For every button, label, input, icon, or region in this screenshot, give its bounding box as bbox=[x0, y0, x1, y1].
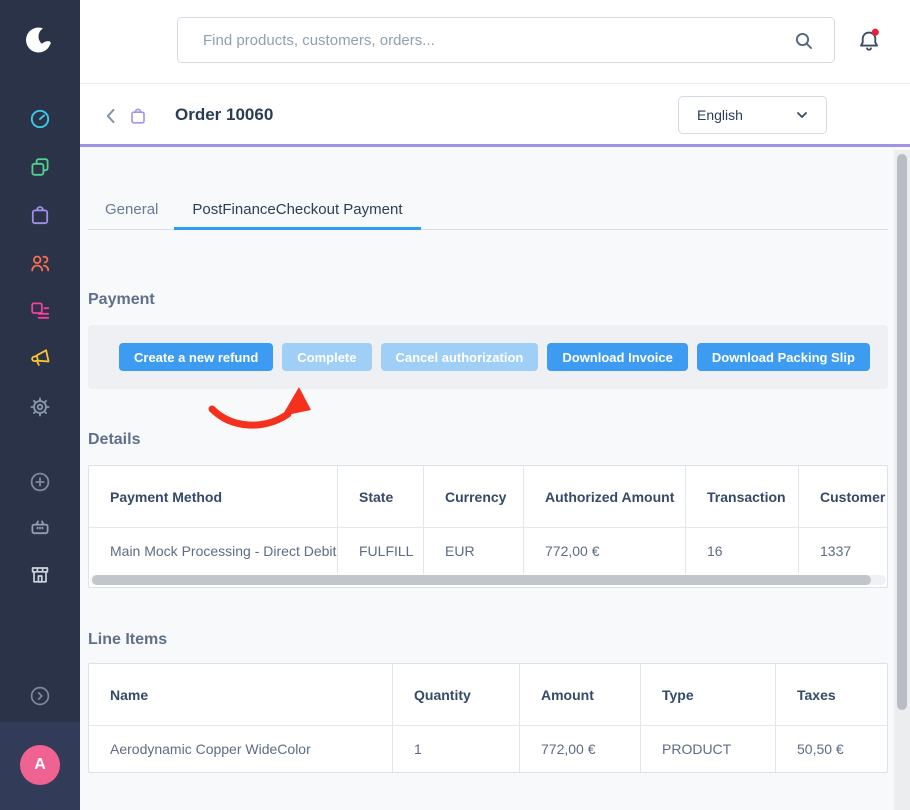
col-authorized-amount: Authorized Amount bbox=[524, 466, 686, 527]
search-input[interactable] bbox=[178, 18, 834, 62]
topbar bbox=[80, 0, 910, 84]
expand-sidebar-icon[interactable] bbox=[28, 684, 52, 708]
payment-details-table: Payment Method State Currency Authorized… bbox=[88, 465, 888, 588]
col-quantity: Quantity bbox=[393, 664, 520, 725]
search-icon bbox=[792, 29, 816, 53]
download-packing-slip-button[interactable]: Download Packing Slip bbox=[697, 343, 870, 371]
line-item-row: Aerodynamic Copper WideColor 1 772,00 € … bbox=[89, 725, 887, 772]
content-icon[interactable] bbox=[28, 299, 52, 323]
cell-taxes: 50,50 € bbox=[776, 725, 887, 772]
download-invoice-button[interactable]: Download Invoice bbox=[547, 343, 688, 371]
shopware-admin-screen: A bbox=[0, 0, 910, 810]
chevron-down-icon bbox=[794, 107, 810, 123]
cell-currency: EUR bbox=[424, 527, 524, 574]
col-name: Name bbox=[89, 664, 393, 725]
red-arrow-annotation bbox=[200, 382, 320, 442]
details-header-row: Payment Method State Currency Authorized… bbox=[89, 466, 887, 527]
col-transaction: Transaction bbox=[686, 466, 799, 527]
products-icon[interactable] bbox=[28, 155, 52, 179]
dashboard-icon[interactable] bbox=[28, 107, 52, 131]
col-payment-method: Payment Method bbox=[89, 466, 338, 527]
cell-transaction: 16 bbox=[686, 527, 799, 574]
page-vertical-scrollbar[interactable] bbox=[894, 150, 910, 810]
col-state: State bbox=[338, 466, 424, 527]
smart-bar: Order 10060 English bbox=[80, 84, 910, 147]
language-selector[interactable]: English bbox=[678, 96, 827, 134]
scrollbar-thumb[interactable] bbox=[92, 575, 871, 585]
storefront-icon[interactable] bbox=[28, 563, 52, 587]
cell-name: Aerodynamic Copper WideColor bbox=[89, 725, 393, 772]
user-avatar[interactable]: A bbox=[20, 745, 60, 785]
complete-button[interactable]: Complete bbox=[282, 343, 371, 371]
shopware-logo-icon[interactable] bbox=[23, 23, 57, 57]
details-section-heading: Details bbox=[88, 431, 140, 449]
col-customer: Customer bbox=[799, 466, 887, 527]
sidebar-user-section: A bbox=[0, 722, 80, 810]
cell-amount: 772,00 € bbox=[520, 725, 641, 772]
cell-state: FULFILL bbox=[338, 527, 424, 574]
col-type: Type bbox=[641, 664, 776, 725]
tab-general[interactable]: General bbox=[105, 192, 158, 230]
order-detail-content: General PostFinanceCheckout Payment Paym… bbox=[80, 150, 894, 810]
cell-type: PRODUCT bbox=[641, 725, 776, 772]
cell-customer: 1337 bbox=[799, 527, 887, 574]
language-value: English bbox=[697, 107, 794, 123]
create-refund-button[interactable]: Create a new refund bbox=[119, 343, 273, 371]
global-search[interactable] bbox=[177, 17, 835, 63]
tab-postfinancecheckout-payment[interactable]: PostFinanceCheckout Payment bbox=[174, 192, 420, 230]
line-items-table: Name Quantity Amount Type Taxes Aerodyna… bbox=[88, 663, 888, 773]
payment-section-heading: Payment bbox=[88, 291, 155, 309]
cell-authorized-amount: 772,00 € bbox=[524, 527, 686, 574]
col-currency: Currency bbox=[424, 466, 524, 527]
col-amount: Amount bbox=[520, 664, 641, 725]
avatar-letter: A bbox=[34, 756, 46, 774]
cell-quantity: 1 bbox=[393, 725, 520, 772]
payment-actions-panel: Create a new refund Complete Cancel auth… bbox=[88, 325, 888, 389]
line-items-header-row: Name Quantity Amount Type Taxes bbox=[89, 664, 887, 725]
sidebar: A bbox=[0, 0, 80, 810]
basket-icon[interactable] bbox=[28, 515, 52, 539]
add-module-icon[interactable] bbox=[28, 470, 52, 494]
col-taxes: Taxes bbox=[776, 664, 887, 725]
notification-dot bbox=[872, 29, 879, 36]
details-data-row: Main Mock Processing - Direct Debit FULF… bbox=[89, 527, 887, 574]
orders-icon[interactable] bbox=[28, 203, 52, 227]
page-title: Order 10060 bbox=[175, 105, 273, 125]
back-button[interactable] bbox=[102, 107, 120, 125]
settings-icon[interactable] bbox=[28, 395, 52, 419]
vscrollbar-thumb[interactable] bbox=[897, 154, 907, 710]
order-bag-icon bbox=[128, 106, 148, 126]
tab-bar: General PostFinanceCheckout Payment bbox=[88, 192, 888, 230]
customers-icon[interactable] bbox=[28, 251, 52, 275]
details-horizontal-scrollbar[interactable] bbox=[89, 574, 887, 587]
cancel-authorization-button[interactable]: Cancel authorization bbox=[381, 343, 539, 371]
marketing-icon[interactable] bbox=[28, 347, 52, 371]
line-items-section-heading: Line Items bbox=[88, 631, 167, 649]
notifications-button[interactable] bbox=[856, 28, 882, 54]
cell-payment-method: Main Mock Processing - Direct Debit bbox=[89, 527, 338, 574]
